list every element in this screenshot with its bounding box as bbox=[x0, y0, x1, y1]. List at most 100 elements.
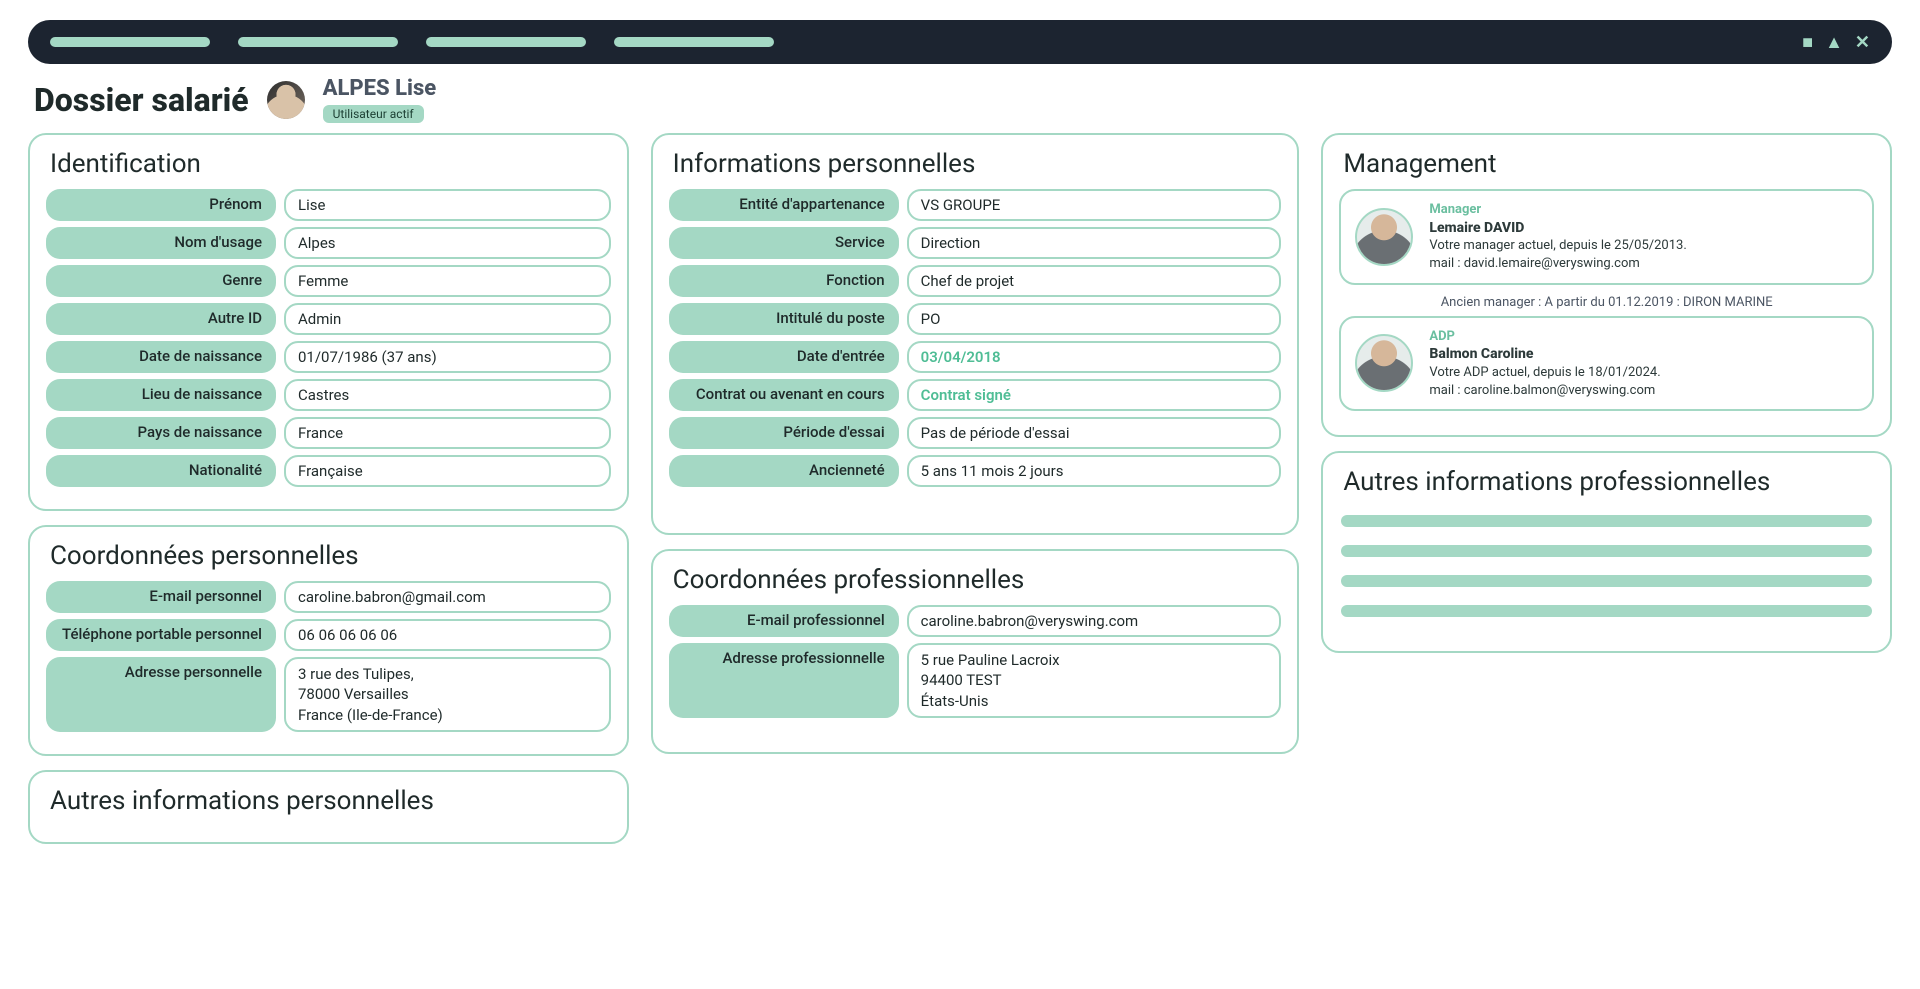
field-row: FonctionChef de projet bbox=[669, 265, 1282, 297]
autres-perso-title: Autres informations personnelles bbox=[50, 786, 611, 816]
field-value[interactable]: Castres bbox=[284, 379, 611, 411]
field-value[interactable]: Lise bbox=[284, 189, 611, 221]
field-row: Pays de naissanceFrance bbox=[46, 417, 611, 449]
field-label: E-mail professionnel bbox=[669, 605, 899, 637]
minimize-icon[interactable]: ■ bbox=[1802, 32, 1813, 53]
coord-perso-rows: E-mail personnelcaroline.babron@gmail.co… bbox=[46, 581, 611, 732]
field-value[interactable]: Direction bbox=[907, 227, 1282, 259]
manager-role: Manager bbox=[1429, 201, 1686, 219]
identification-rows: PrénomLiseNom d'usageAlpesGenreFemmeAutr… bbox=[46, 189, 611, 487]
field-row: Ancienneté5 ans 11 mois 2 jours bbox=[669, 455, 1282, 487]
page-header: Dossier salarié ALPES Lise Utilisateur a… bbox=[34, 76, 1892, 123]
field-row: E-mail professionnelcaroline.babron@very… bbox=[669, 605, 1282, 637]
tab-placeholder[interactable] bbox=[238, 37, 398, 47]
field-value[interactable]: 01/07/1986 (37 ans) bbox=[284, 341, 611, 373]
window-titlebar: ■ ▲ ✕ bbox=[28, 20, 1892, 64]
coord-pro-rows: E-mail professionnelcaroline.babron@very… bbox=[669, 605, 1282, 718]
field-value[interactable]: Française bbox=[284, 455, 611, 487]
field-row: Autre IDAdmin bbox=[46, 303, 611, 335]
placeholder-row bbox=[1341, 605, 1872, 617]
field-label: Entité d'appartenance bbox=[669, 189, 899, 221]
adp-card: ADP Balmon Caroline Votre ADP actuel, de… bbox=[1339, 316, 1874, 412]
autres-pro-card: Autres informations professionnelles bbox=[1321, 451, 1892, 653]
field-value[interactable]: caroline.babron@gmail.com bbox=[284, 581, 611, 613]
field-label: Autre ID bbox=[46, 303, 276, 335]
field-value[interactable]: Admin bbox=[284, 303, 611, 335]
field-row: Intitulé du postePO bbox=[669, 303, 1282, 335]
field-value[interactable]: France bbox=[284, 417, 611, 449]
column-middle: Informations personnelles Entité d'appar… bbox=[651, 133, 1300, 768]
field-row: GenreFemme bbox=[46, 265, 611, 297]
identification-card: Identification PrénomLise Nom d'usageAlpe… bbox=[28, 133, 629, 511]
field-row: Entité d'appartenanceVS GROUPE bbox=[669, 189, 1282, 221]
column-left: Identification PrénomLise Nom d'usageAlpe… bbox=[28, 133, 629, 858]
manager-line1: Votre manager actuel, depuis le 25/05/20… bbox=[1429, 237, 1686, 255]
coord-perso-title: Coordonnées personnelles bbox=[50, 541, 611, 571]
field-value[interactable]: Femme bbox=[284, 265, 611, 297]
coord-perso-card: Coordonnées personnelles E-mail personne… bbox=[28, 525, 629, 756]
page-title: Dossier salarié bbox=[34, 81, 249, 119]
field-label: Service bbox=[669, 227, 899, 259]
placeholder-row bbox=[1341, 545, 1872, 557]
adp-line1: Votre ADP actuel, depuis le 18/01/2024. bbox=[1429, 364, 1660, 382]
field-value[interactable]: 5 ans 11 mois 2 jours bbox=[907, 455, 1282, 487]
field-row: Téléphone portable personnel06 06 06 06 … bbox=[46, 619, 611, 651]
close-icon[interactable]: ✕ bbox=[1855, 32, 1870, 53]
field-row: Nom d'usageAlpes bbox=[46, 227, 611, 259]
adp-avatar bbox=[1355, 334, 1413, 392]
field-label: Genre bbox=[46, 265, 276, 297]
manager-text: Manager Lemaire DAVID Votre manager actu… bbox=[1429, 201, 1686, 273]
tab-placeholder[interactable] bbox=[50, 37, 210, 47]
window-controls: ■ ▲ ✕ bbox=[1802, 32, 1870, 53]
field-label: Nationalité bbox=[46, 455, 276, 487]
field-label: Adresse personnelle bbox=[46, 657, 276, 732]
info-pro-rows: Entité d'appartenanceVS GROUPEServiceDir… bbox=[669, 189, 1282, 487]
autres-perso-card: Autres informations personnelles bbox=[28, 770, 629, 844]
field-label: Date de naissance bbox=[46, 341, 276, 373]
maximize-icon[interactable]: ▲ bbox=[1825, 32, 1843, 53]
field-value[interactable]: Pas de période d'essai bbox=[907, 417, 1282, 449]
info-pro-title: Informations personnelles bbox=[673, 149, 1282, 179]
manager-name: Lemaire DAVID bbox=[1429, 219, 1686, 238]
previous-manager-note: Ancien manager : A partir du 01.12.2019 … bbox=[1339, 293, 1874, 316]
field-value[interactable]: PO bbox=[907, 303, 1282, 335]
identification-title: Identification bbox=[50, 149, 611, 179]
field-value[interactable]: Chef de projet bbox=[907, 265, 1282, 297]
field-label: Téléphone portable personnel bbox=[46, 619, 276, 651]
field-value[interactable]: Contrat signé bbox=[907, 379, 1282, 411]
field-label: Fonction bbox=[669, 265, 899, 297]
user-status-badge: Utilisateur actif bbox=[323, 105, 424, 123]
field-value[interactable]: VS GROUPE bbox=[907, 189, 1282, 221]
tab-placeholder[interactable] bbox=[614, 37, 774, 47]
user-name: ALPES Lise bbox=[323, 76, 437, 101]
field-label: Contrat ou avenant en cours bbox=[669, 379, 899, 411]
field-row: Adresse professionnelle5 rue Pauline Lac… bbox=[669, 643, 1282, 718]
field-value[interactable]: caroline.babron@veryswing.com bbox=[907, 605, 1282, 637]
field-row: Période d'essaiPas de période d'essai bbox=[669, 417, 1282, 449]
manager-avatar bbox=[1355, 208, 1413, 266]
titlebar-tabs bbox=[50, 37, 774, 47]
coord-pro-card: Coordonnées professionnelles E-mail prof… bbox=[651, 549, 1300, 754]
adp-text: ADP Balmon Caroline Votre ADP actuel, de… bbox=[1429, 328, 1660, 400]
tab-placeholder[interactable] bbox=[426, 37, 586, 47]
field-row: Date d'entrée03/04/2018 bbox=[669, 341, 1282, 373]
field-value[interactable]: Alpes bbox=[284, 227, 611, 259]
field-value[interactable]: 06 06 06 06 06 bbox=[284, 619, 611, 651]
field-row: NationalitéFrançaise bbox=[46, 455, 611, 487]
field-row: Adresse personnelle3 rue des Tulipes, 78… bbox=[46, 657, 611, 732]
placeholder-row bbox=[1341, 515, 1872, 527]
placeholder-row bbox=[1341, 575, 1872, 587]
autres-pro-title: Autres informations professionnelles bbox=[1343, 467, 1874, 497]
management-title: Management bbox=[1343, 149, 1874, 179]
column-right: Management Manager Lemaire DAVID Votre m… bbox=[1321, 133, 1892, 667]
manager-line2: mail : david.lemaire@veryswing.com bbox=[1429, 255, 1686, 273]
field-value[interactable]: 3 rue des Tulipes, 78000 Versailles Fran… bbox=[284, 657, 611, 732]
field-label: E-mail personnel bbox=[46, 581, 276, 613]
field-row: PrénomLise bbox=[46, 189, 611, 221]
field-row: Lieu de naissanceCastres bbox=[46, 379, 611, 411]
field-value[interactable]: 5 rue Pauline Lacroix 94400 TEST États-U… bbox=[907, 643, 1282, 718]
field-value[interactable]: 03/04/2018 bbox=[907, 341, 1282, 373]
field-label: Adresse professionnelle bbox=[669, 643, 899, 718]
adp-line2: mail : caroline.balmon@veryswing.com bbox=[1429, 382, 1660, 400]
adp-name: Balmon Caroline bbox=[1429, 345, 1660, 364]
